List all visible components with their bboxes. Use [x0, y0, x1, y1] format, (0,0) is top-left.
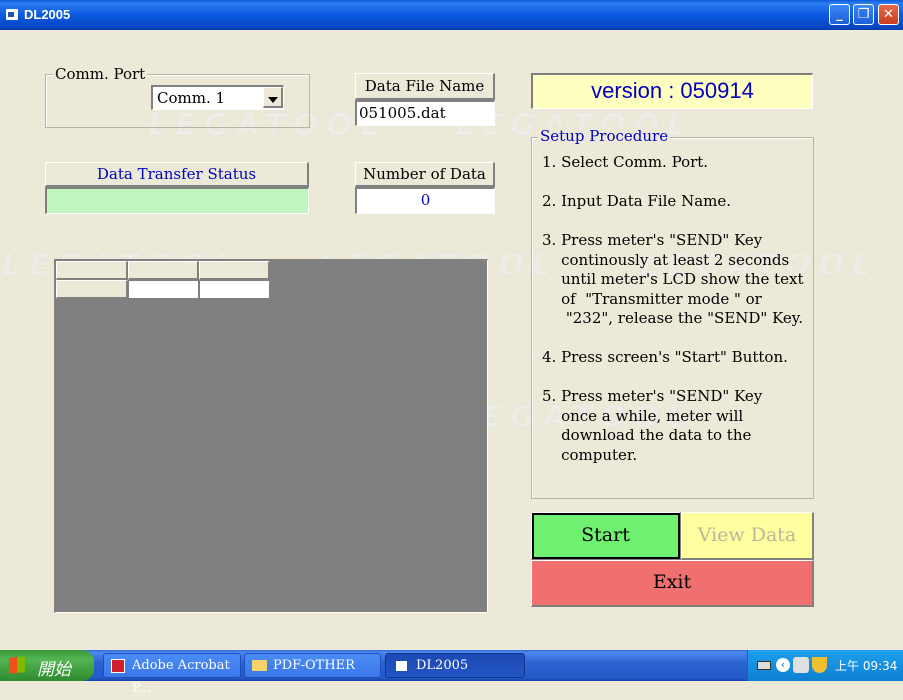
- dropdown-arrow-button[interactable]: [263, 87, 283, 108]
- grid-column-header[interactable]: [199, 261, 270, 280]
- number-of-data-header: Number of Data: [355, 162, 495, 187]
- setup-procedure-group: 1. Select Comm. Port. 2. Input Data File…: [531, 137, 814, 499]
- setup-procedure-title: Setup Procedure: [538, 127, 671, 145]
- task-label: PDF-OTHER: [273, 658, 355, 673]
- system-tray: ‹ 上午 09:34: [747, 650, 903, 681]
- data-file-name-input[interactable]: 051005.dat: [355, 100, 495, 126]
- grid-corner-cell: [56, 261, 128, 280]
- setup-step-1: 1. Select Comm. Port.: [542, 153, 709, 171]
- grid-row-header[interactable]: [56, 280, 128, 299]
- minimize-button[interactable]: _: [829, 4, 850, 25]
- exit-button[interactable]: Exit: [531, 560, 814, 607]
- task-label: DL2005: [416, 658, 469, 673]
- app-icon: [396, 661, 407, 671]
- setup-step-4: 4. Press screen's "Start" Button.: [542, 348, 788, 366]
- security-shield-icon[interactable]: [812, 657, 827, 673]
- restore-button[interactable]: ❐: [853, 4, 874, 25]
- grid-cell[interactable]: [128, 280, 199, 299]
- arrow-left-icon[interactable]: ‹: [776, 658, 790, 672]
- task-label: Adobe Acrobat P...: [132, 658, 230, 696]
- start-menu-button[interactable]: 開始: [0, 650, 94, 681]
- window-title: DL2005: [24, 7, 71, 22]
- data-transfer-status-value: [45, 187, 309, 214]
- app-icon: [6, 9, 18, 20]
- title-bar: DL2005 _ ❐ ✕: [0, 0, 903, 30]
- view-data-button[interactable]: View Data: [681, 512, 814, 560]
- data-file-name-header: Data File Name: [355, 73, 495, 100]
- comm-port-label: Comm. Port: [53, 65, 148, 83]
- task-pdf-other[interactable]: PDF-OTHER: [244, 653, 381, 678]
- start-button[interactable]: Start: [531, 512, 681, 560]
- acrobat-icon: [111, 659, 125, 673]
- task-adobe-acrobat[interactable]: Adobe Acrobat P...: [103, 653, 241, 696]
- taskbar: 開始 Adobe Acrobat P... PDF-OTHER DL2005 ‹…: [0, 650, 903, 696]
- start-label: 開始: [37, 660, 71, 680]
- data-transfer-status-header: Data Transfer Status: [45, 162, 309, 187]
- clock[interactable]: 上午 09:34: [835, 657, 897, 674]
- keyboard-icon[interactable]: [757, 661, 771, 670]
- setup-step-5: 5. Press meter's "SEND" Key once a while…: [542, 387, 763, 464]
- network-icon[interactable]: [793, 657, 809, 673]
- comm-port-value: Comm. 1: [157, 89, 226, 107]
- grid-cell[interactable]: [199, 280, 270, 299]
- number-of-data-value: 0: [355, 187, 495, 214]
- folder-icon: [252, 660, 267, 671]
- data-grid[interactable]: [54, 259, 488, 613]
- version-label: version : 050914: [531, 73, 813, 109]
- setup-step-2: 2. Input Data File Name.: [542, 192, 732, 210]
- setup-step-3: 3. Press meter's "SEND" Key continously …: [542, 231, 804, 327]
- chevron-down-icon: [267, 97, 278, 103]
- task-dl2005[interactable]: DL2005: [385, 653, 525, 678]
- close-button[interactable]: ✕: [878, 4, 899, 25]
- grid-column-header[interactable]: [128, 261, 199, 280]
- comm-port-select[interactable]: Comm. 1: [151, 85, 284, 110]
- windows-logo-icon: [9, 656, 25, 674]
